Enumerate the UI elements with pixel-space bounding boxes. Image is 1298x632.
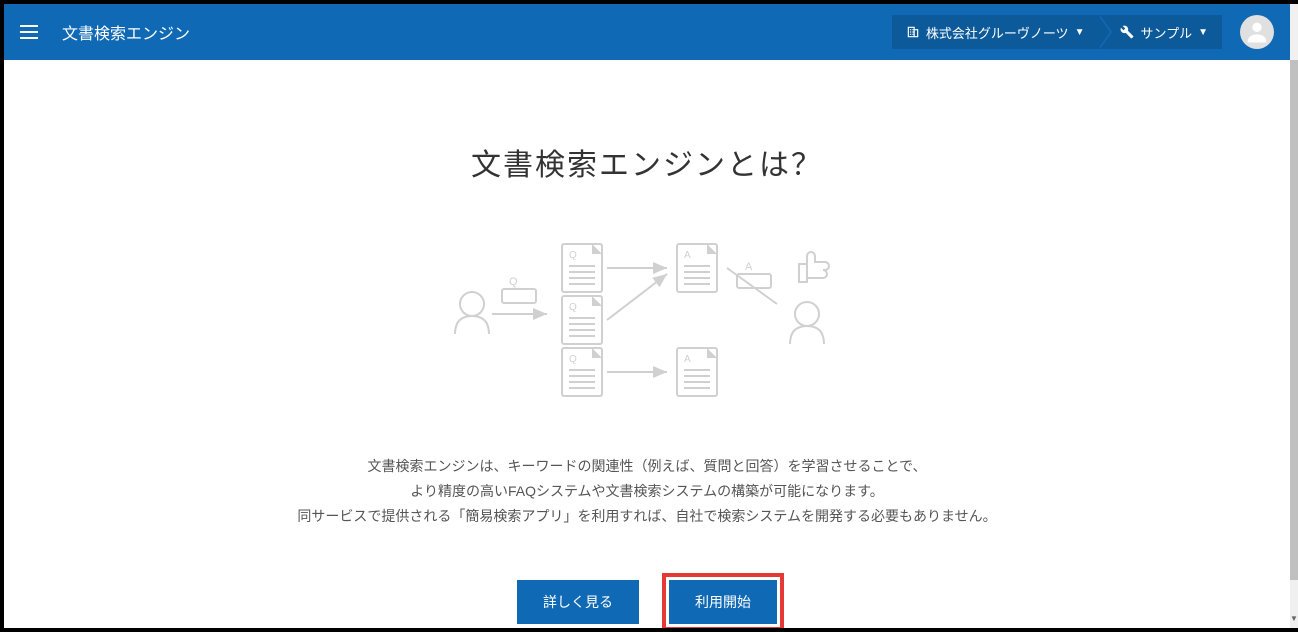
app-header: 文書検索エンジン 株式会社グルーヴノーツ ▼ サンプル ▼ xyxy=(4,4,1290,60)
user-avatar[interactable] xyxy=(1240,15,1274,49)
details-button[interactable]: 詳しく見る xyxy=(517,580,639,624)
svg-text:Q: Q xyxy=(569,250,577,261)
action-buttons: 詳しく見る 利用開始 xyxy=(44,580,1250,624)
breadcrumb-project-label: サンプル xyxy=(1140,23,1192,42)
wrench-icon xyxy=(1120,25,1134,39)
main-content: 文書検索エンジンとは？ Q Q xyxy=(4,60,1290,628)
app-frame: 文書検索エンジン 株式会社グルーヴノーツ ▼ サンプル ▼ 文書検索エンジ xyxy=(4,4,1290,628)
breadcrumb: 株式会社グルーヴノーツ ▼ サンプル ▼ xyxy=(892,15,1222,49)
description-line-2: より精度の高いFAQシステムや文書検索システムの構築が可能になります。 xyxy=(44,479,1250,504)
svg-text:A: A xyxy=(684,250,691,261)
description-line-3: 同サービスで提供される「簡易検索アプリ」を利用すれば、自社で検索システムを開発す… xyxy=(44,504,1250,529)
chevron-down-icon: ▼ xyxy=(1198,27,1208,38)
breadcrumb-project[interactable]: サンプル ▼ xyxy=(1098,15,1222,49)
breadcrumb-org[interactable]: 株式会社グルーヴノーツ ▼ xyxy=(892,15,1099,49)
svg-text:Q: Q xyxy=(509,276,518,288)
page-heading: 文書検索エンジンとは？ xyxy=(44,140,1250,184)
description: 文書検索エンジンは、キーワードの関連性（例えば、質問と回答）を学習させることで、… xyxy=(44,454,1250,530)
hamburger-menu-button[interactable] xyxy=(20,20,44,44)
description-line-1: 文書検索エンジンは、キーワードの関連性（例えば、質問と回答）を学習させることで、 xyxy=(44,454,1250,479)
scrollbar-thumb[interactable] xyxy=(1290,60,1298,580)
chevron-down-icon: ▼ xyxy=(1075,27,1085,38)
app-title: 文書検索エンジン xyxy=(62,20,190,44)
concept-illustration: Q Q Q Q xyxy=(427,234,867,404)
scroll-down-icon[interactable]: ▼ xyxy=(1290,612,1298,624)
svg-text:Q: Q xyxy=(569,354,577,365)
scrollbar[interactable]: ▲ ▼ xyxy=(1290,4,1298,628)
building-icon xyxy=(906,25,920,39)
svg-text:A: A xyxy=(684,354,691,365)
start-button[interactable]: 利用開始 xyxy=(669,580,777,624)
breadcrumb-org-label: 株式会社グルーヴノーツ xyxy=(926,23,1069,42)
svg-text:A: A xyxy=(745,261,753,273)
svg-text:Q: Q xyxy=(569,302,577,313)
